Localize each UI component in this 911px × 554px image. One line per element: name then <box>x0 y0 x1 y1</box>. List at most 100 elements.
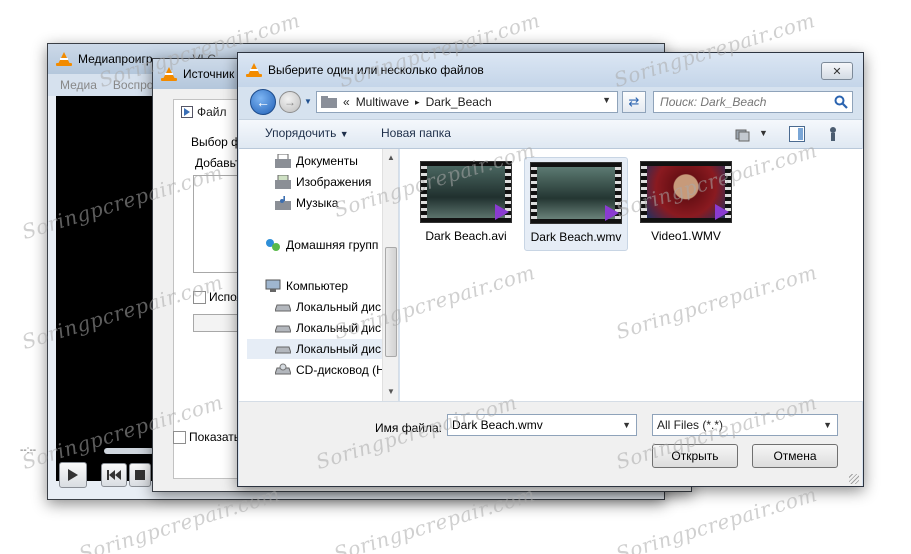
navigation-row: ← → ▼ « Multiwave ▸ Dark_Beach ▼ ⇄ <box>238 87 863 119</box>
file-item-dark-beach-avi[interactable]: Dark Beach.avi <box>414 157 518 251</box>
vlc-cone-icon <box>56 51 72 67</box>
nav-item-label: Компьютер <box>286 279 349 293</box>
play-icon <box>68 469 78 481</box>
cancel-button[interactable]: Отмена <box>752 444 838 468</box>
filename-input[interactable] <box>448 415 618 435</box>
address-bar[interactable]: « Multiwave ▸ Dark_Beach ▼ <box>316 91 618 113</box>
tab-file[interactable]: Файл <box>175 101 245 123</box>
help-icon[interactable] <box>827 126 839 142</box>
address-prefix: « <box>343 95 350 109</box>
nav-item-local-disk-3[interactable]: Локальный дис <box>247 339 383 359</box>
forward-arrow-icon: → <box>284 95 296 109</box>
show-more-checkbox[interactable] <box>173 431 186 444</box>
view-options-icon[interactable] <box>735 128 751 142</box>
play-button[interactable] <box>59 462 87 488</box>
filename-dropdown-icon[interactable]: ▼ <box>622 420 631 430</box>
preview-pane-icon[interactable] <box>789 126 805 142</box>
scroll-thumb[interactable] <box>385 247 397 357</box>
menu-media[interactable]: Медиа <box>60 78 97 92</box>
music-icon <box>275 196 291 210</box>
video-thumbnail <box>420 161 512 223</box>
pictures-icon <box>275 175 291 189</box>
time-readout: --:-- <box>20 445 37 456</box>
back-arrow-icon: ← <box>256 94 270 110</box>
scroll-up-icon[interactable]: ▲ <box>387 153 395 162</box>
file-name: Dark Beach.avi <box>425 229 507 243</box>
file-item-video1-wmv[interactable]: Video1.WMV <box>634 157 738 251</box>
close-button[interactable]: ✕ <box>821 62 853 80</box>
skip-back-icon <box>107 470 121 480</box>
drive-icon <box>275 346 291 354</box>
nav-item-documents[interactable]: Документы <box>275 151 358 171</box>
video-file-icon <box>715 204 729 220</box>
menu-playback[interactable]: Воспро <box>113 78 154 92</box>
folder-icon <box>321 96 337 108</box>
address-dropdown-icon[interactable]: ▼ <box>602 95 611 105</box>
nav-scrollbar[interactable]: ▲ ▼ <box>382 149 398 401</box>
breadcrumb-separator-icon: ▸ <box>415 96 420 107</box>
nav-item-cd-drive[interactable]: CD-дисковод (H <box>275 360 385 380</box>
nav-item-local-disk-1[interactable]: Локальный дис <box>275 297 381 317</box>
video-thumbnail <box>530 162 622 224</box>
file-name: Dark Beach.wmv <box>530 230 622 244</box>
nav-item-label: Локальный дис <box>296 342 381 356</box>
scroll-down-icon[interactable]: ▼ <box>387 387 395 396</box>
computer-icon <box>265 279 281 292</box>
organize-chevron-icon: ▼ <box>339 129 349 139</box>
video-thumbnail <box>640 161 732 223</box>
nav-item-label: Локальный дис <box>296 300 381 314</box>
resize-grip[interactable] <box>849 474 859 484</box>
homegroup-icon <box>266 239 280 251</box>
view-dropdown-icon[interactable]: ▼ <box>759 128 768 138</box>
file-dialog-titlebar[interactable]: Выберите один или несколько файлов ✕ <box>238 53 863 87</box>
file-type-select[interactable]: All Files (*.*) ▼ <box>652 414 838 436</box>
use-checkbox[interactable] <box>193 291 206 304</box>
refresh-icon: ⇄ <box>628 94 640 109</box>
search-box[interactable] <box>653 91 853 113</box>
show-more-label: Показать <box>189 430 241 444</box>
nav-item-label: Музыка <box>296 196 339 210</box>
recent-pages-chevron-icon[interactable]: ▼ <box>304 97 312 106</box>
nav-item-local-disk-2[interactable]: Локальный дис <box>275 318 381 338</box>
nav-item-label: Домашняя групп <box>286 238 379 252</box>
new-folder-button[interactable]: Новая папка <box>381 126 451 140</box>
file-open-dialog: Выберите один или несколько файлов ✕ ← →… <box>237 52 864 487</box>
file-name: Video1.WMV <box>651 229 721 243</box>
vlc-title: Медиапроигр <box>78 52 153 66</box>
search-icon[interactable] <box>834 95 848 109</box>
tab-file-label: Файл <box>197 105 227 119</box>
cd-drive-icon <box>275 363 291 375</box>
navigation-pane: Документы Изображения Музыка Домашняя гр… <box>239 149 399 401</box>
prev-button[interactable] <box>101 463 127 487</box>
nav-item-music[interactable]: Музыка <box>275 193 338 213</box>
back-button[interactable]: ← <box>250 89 276 115</box>
open-button[interactable]: Открыть <box>652 444 738 468</box>
forward-button[interactable]: → <box>279 91 301 113</box>
dialog-footer: Имя файла: ▼ All Files (*.*) ▼ Открыть О… <box>239 401 862 486</box>
source-cone-icon <box>161 66 177 82</box>
seek-bar[interactable] <box>104 448 154 454</box>
source-title: Источник <box>183 67 235 81</box>
nav-item-pictures[interactable]: Изображения <box>275 172 371 192</box>
file-item-dark-beach-wmv[interactable]: Dark Beach.wmv <box>524 157 628 251</box>
filename-combobox[interactable]: ▼ <box>447 414 637 436</box>
nav-item-label: CD-дисковод (H <box>296 363 385 377</box>
breadcrumb-dark-beach[interactable]: Dark_Beach <box>426 95 492 109</box>
file-list: Dark Beach.avi Dark Beach.wmv Video1.WMV <box>400 149 863 401</box>
nav-item-computer[interactable]: Компьютер <box>265 276 348 296</box>
filename-label: Имя файла: <box>375 421 442 435</box>
file-type-value: All Files (*.*) <box>657 418 724 432</box>
dialog-title: Выберите один или несколько файлов <box>268 63 484 77</box>
drive-icon <box>275 304 291 312</box>
breadcrumb-multiwave[interactable]: Multiwave <box>356 95 409 109</box>
nav-item-label: Изображения <box>296 175 372 189</box>
file-type-dropdown-icon[interactable]: ▼ <box>823 420 832 430</box>
organize-button[interactable]: Упорядочить ▼ <box>265 126 349 140</box>
nav-item-homegroup[interactable]: Домашняя групп <box>265 235 378 255</box>
dialog-cone-icon <box>246 62 262 78</box>
documents-icon <box>275 154 291 168</box>
stop-button[interactable] <box>129 463 151 487</box>
nav-item-label: Документы <box>296 154 358 168</box>
search-input[interactable] <box>654 92 832 112</box>
refresh-button[interactable]: ⇄ <box>622 91 646 113</box>
